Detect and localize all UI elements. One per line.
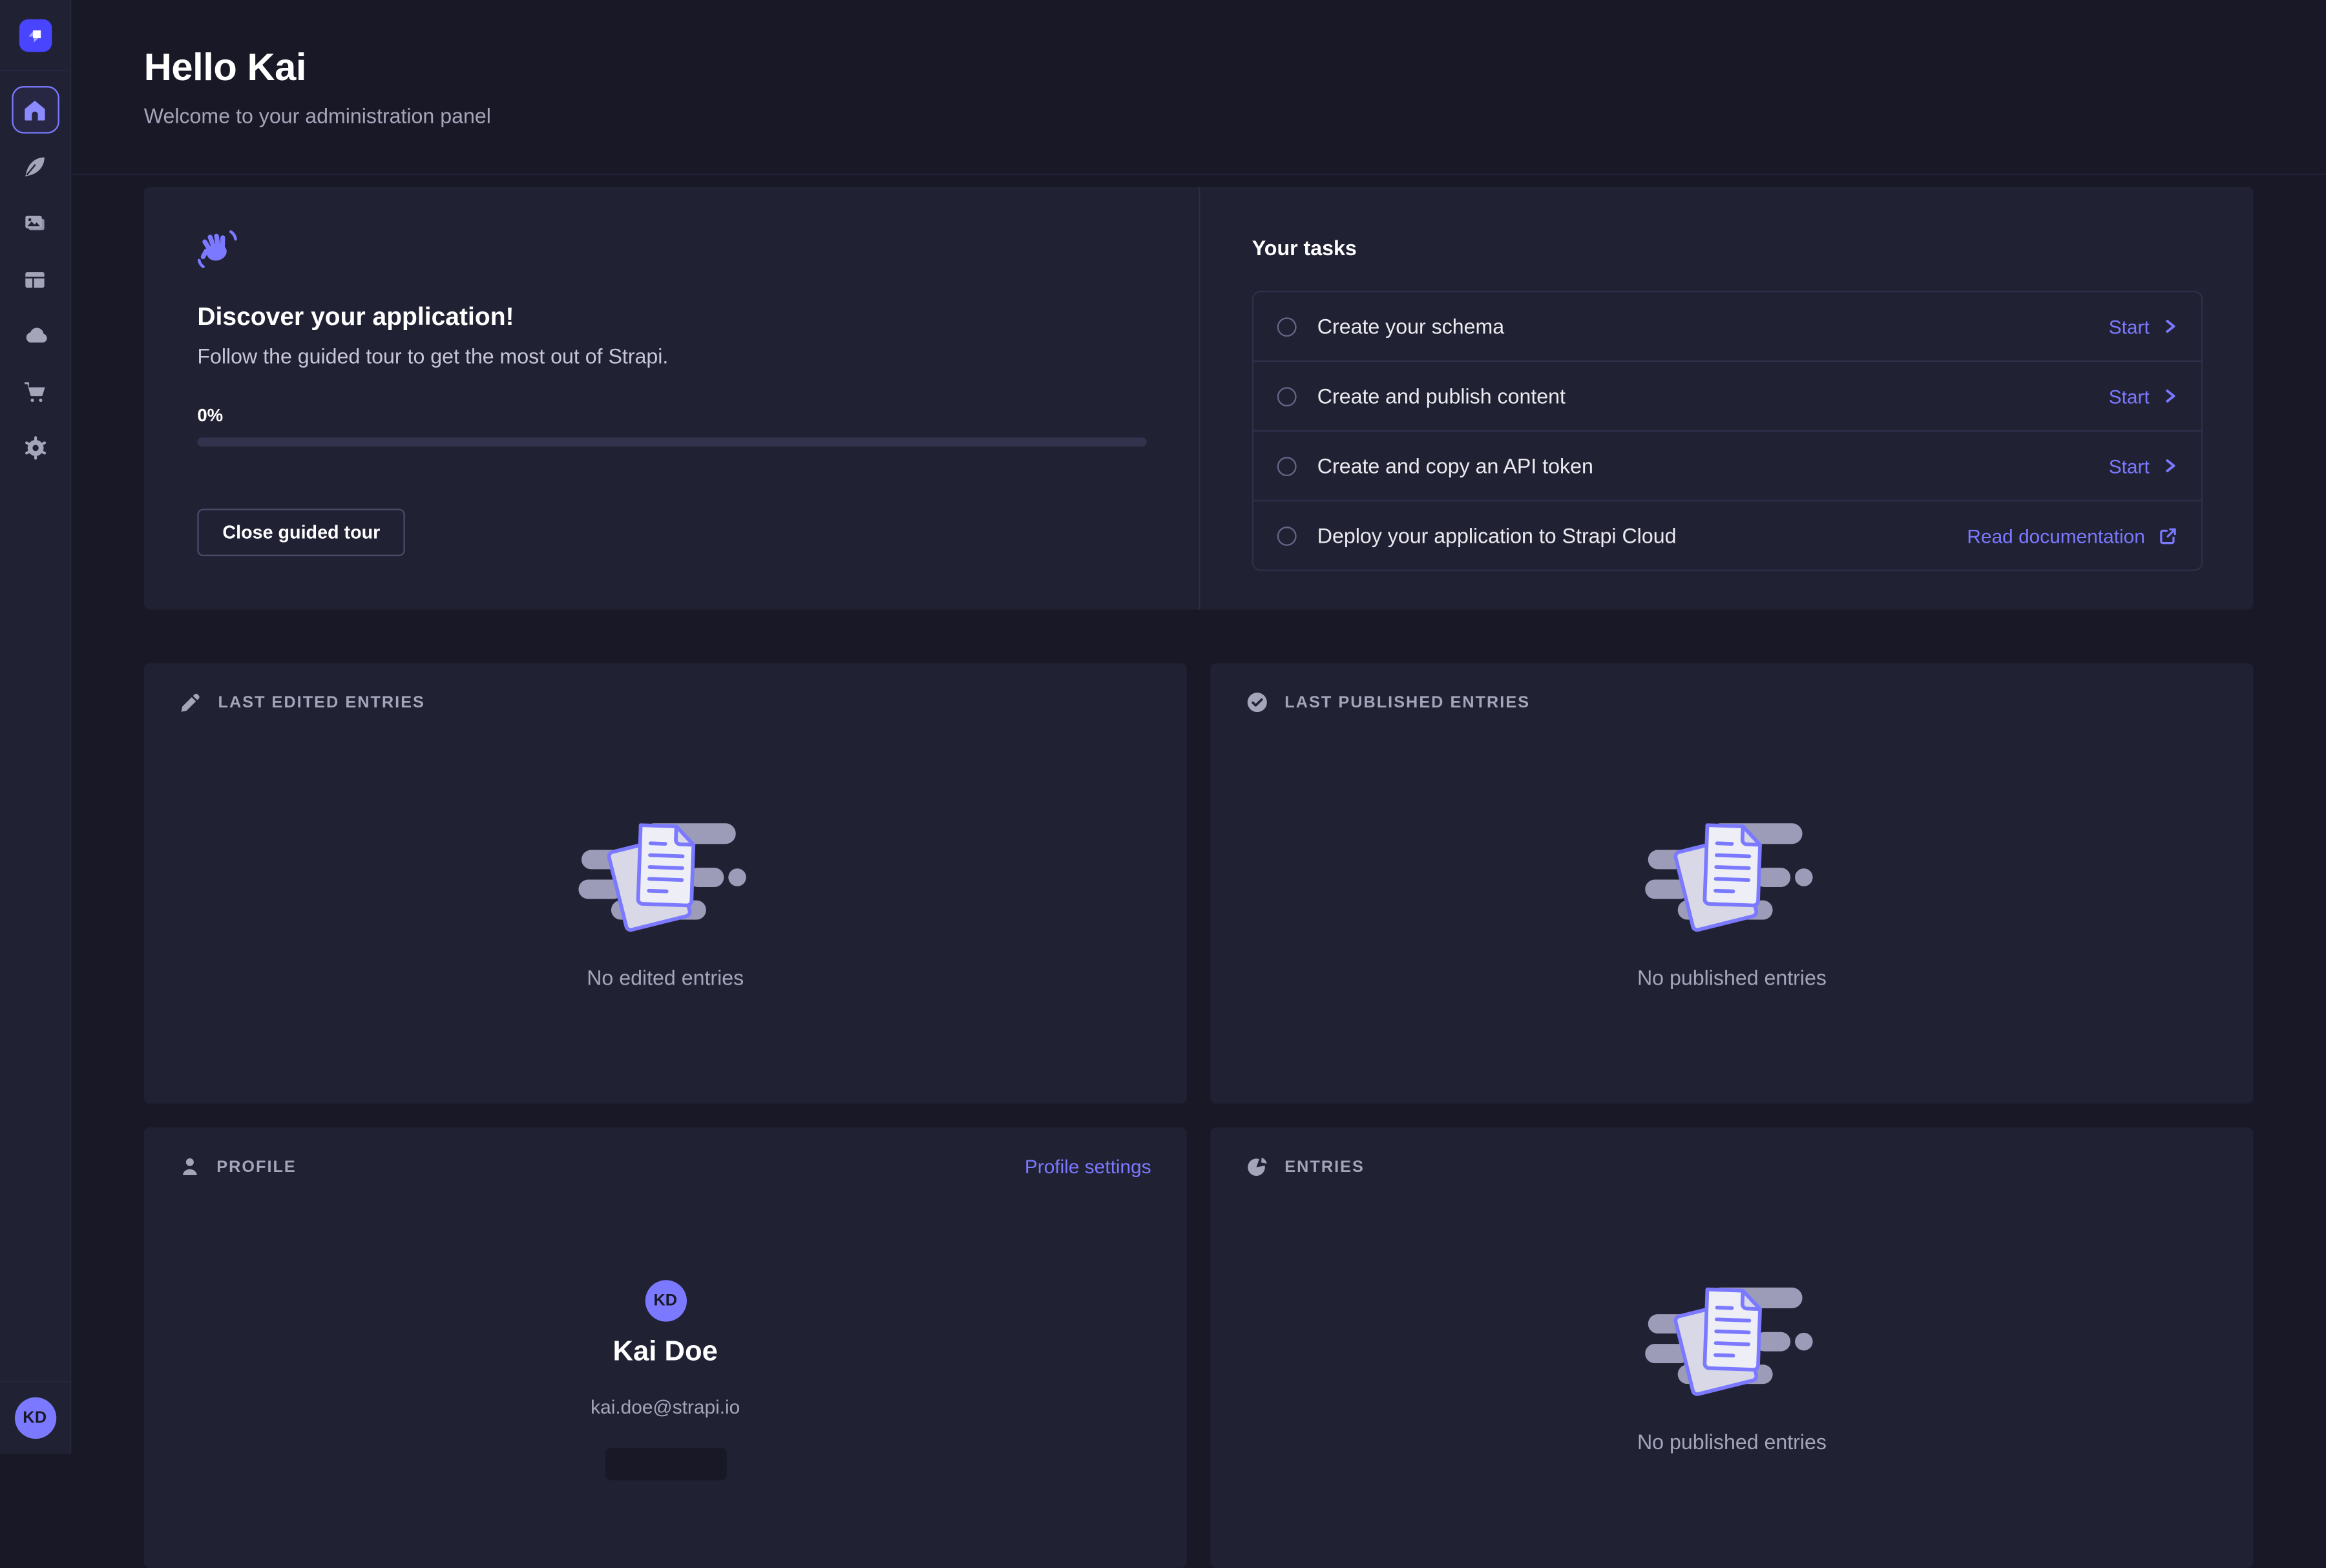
empty-documents-illustration [578,808,753,945]
empty-state-text: No edited entries [144,966,1187,990]
last-edited-entries-card: LAST EDITED ENTRIES No edited entries [144,663,1187,1103]
pencil-icon [180,691,202,713]
progress-bar [197,437,1146,446]
task-status-circle [1277,386,1297,406]
task-row[interactable]: Create your schema Start [1253,292,2201,361]
strapi-admin-homepage: KD Hello Kai Welcome to your administrat… [0,0,2326,1454]
card-title: ENTRIES [1284,1158,1365,1176]
strapi-logo-icon [25,25,45,45]
entries-card: ENTRIES No published entries [1210,1127,2253,1568]
sidebar: KD [0,0,71,1454]
logo-container [0,0,70,71]
card-header: LAST PUBLISHED ENTRIES [1246,691,2218,713]
sidebar-item-home[interactable] [11,86,58,133]
pie-chart-icon [1246,1156,1268,1178]
strapi-logo[interactable] [19,19,52,52]
check-circle-icon [1246,691,1268,713]
task-action-label: Start [2109,315,2150,337]
sidebar-item-cloud[interactable] [11,311,58,359]
task-row[interactable]: Create and publish content Start [1253,361,2201,430]
user-avatar[interactable]: KD [14,1397,56,1439]
guided-tour-section: Discover your application! Follow the gu… [144,187,1199,609]
guided-tour-title: Discover your application! [197,302,514,332]
task-row[interactable]: Deploy your application to Strapi Cloud … [1253,500,2201,570]
home-icon [22,97,47,122]
card-title: LAST EDITED ENTRIES [218,693,425,711]
sidebar-item-media-library[interactable] [11,199,58,246]
chevron-right-icon [2163,389,2177,404]
task-start-link[interactable]: Start [2109,385,2178,407]
task-label: Create and copy an API token [1317,454,2109,478]
media-library-icon [22,210,47,235]
close-guided-tour-button[interactable]: Close guided tour [197,509,405,556]
page-subtitle: Welcome to your administration panel [144,104,2254,128]
page-title: Hello Kai [144,45,2254,90]
task-label: Create your schema [1317,315,2109,339]
task-status-circle [1277,526,1297,545]
task-label: Create and publish content [1317,384,2109,408]
header-divider [71,174,2326,175]
profile-email: kai.doe@strapi.io [144,1396,1187,1417]
card-header: ENTRIES [1246,1156,2218,1178]
content-manager-feather-icon [22,154,47,179]
empty-state-text: No published entries [1210,1430,2253,1454]
sidebar-nav [0,71,70,472]
task-read-documentation-link[interactable]: Read documentation [1967,525,2177,547]
task-action-label: Start [2109,385,2150,407]
task-row[interactable]: Create and copy an API token Start [1253,430,2201,500]
profile-card: PROFILE Profile settings KD Kai Doe kai.… [144,1127,1187,1568]
task-label: Deploy your application to Strapi Cloud [1317,523,1967,547]
sidebar-item-settings[interactable] [11,424,58,472]
task-action-label: Start [2109,455,2150,477]
card-title: PROFILE [216,1158,297,1176]
cloud-icon [21,322,48,348]
profile-name: Kai Doe [144,1337,1187,1370]
last-published-entries-card: LAST PUBLISHED ENTRIES No published entr… [1210,663,2253,1103]
waving-hand-icon [197,229,237,272]
sidebar-footer: KD [0,1381,70,1454]
guided-tour-subtitle: Follow the guided tour to get the most o… [197,344,668,368]
profile-avatar: KD [645,1280,686,1321]
main-content: Hello Kai Welcome to your administration… [71,0,2326,1454]
task-start-link[interactable]: Start [2109,315,2178,337]
progress-percentage: 0% [197,405,223,426]
user-icon [180,1156,200,1178]
sidebar-item-content-type-builder[interactable] [11,255,58,302]
task-status-circle [1277,456,1297,476]
settings-gear-icon [21,435,48,461]
task-action-label: Read documentation [1967,525,2144,547]
task-start-link[interactable]: Start [2109,455,2178,477]
empty-documents-illustration [1644,808,1819,945]
role-badge [605,1448,726,1481]
card-header: PROFILE Profile settings [180,1156,1151,1178]
card-header: LAST EDITED ENTRIES [180,691,1151,713]
sidebar-item-marketplace[interactable] [11,368,58,415]
tasks-title: Your tasks [1252,236,2203,260]
guided-tour-card: Discover your application! Follow the gu… [144,187,2254,609]
task-status-circle [1277,317,1297,336]
empty-state-text: No published entries [1210,966,2253,990]
card-title: LAST PUBLISHED ENTRIES [1284,693,1530,711]
page-header: Hello Kai Welcome to your administration… [71,0,2326,127]
tasks-section: Your tasks Create your schema Start [1199,187,2253,609]
sidebar-item-content-manager[interactable] [11,142,58,189]
external-link-icon [2159,526,2178,545]
widgets-grid: LAST EDITED ENTRIES No edited entries LA… [144,663,2254,1568]
content-area: Discover your application! Follow the gu… [144,187,2254,1568]
marketplace-cart-icon [22,379,47,404]
chevron-right-icon [2163,319,2177,334]
task-list: Create your schema Start Create and publ… [1252,291,2203,571]
content-type-builder-icon [22,266,47,291]
empty-documents-illustration [1644,1273,1819,1409]
chevron-right-icon [2163,458,2177,473]
profile-settings-link[interactable]: Profile settings [1025,1156,1151,1178]
